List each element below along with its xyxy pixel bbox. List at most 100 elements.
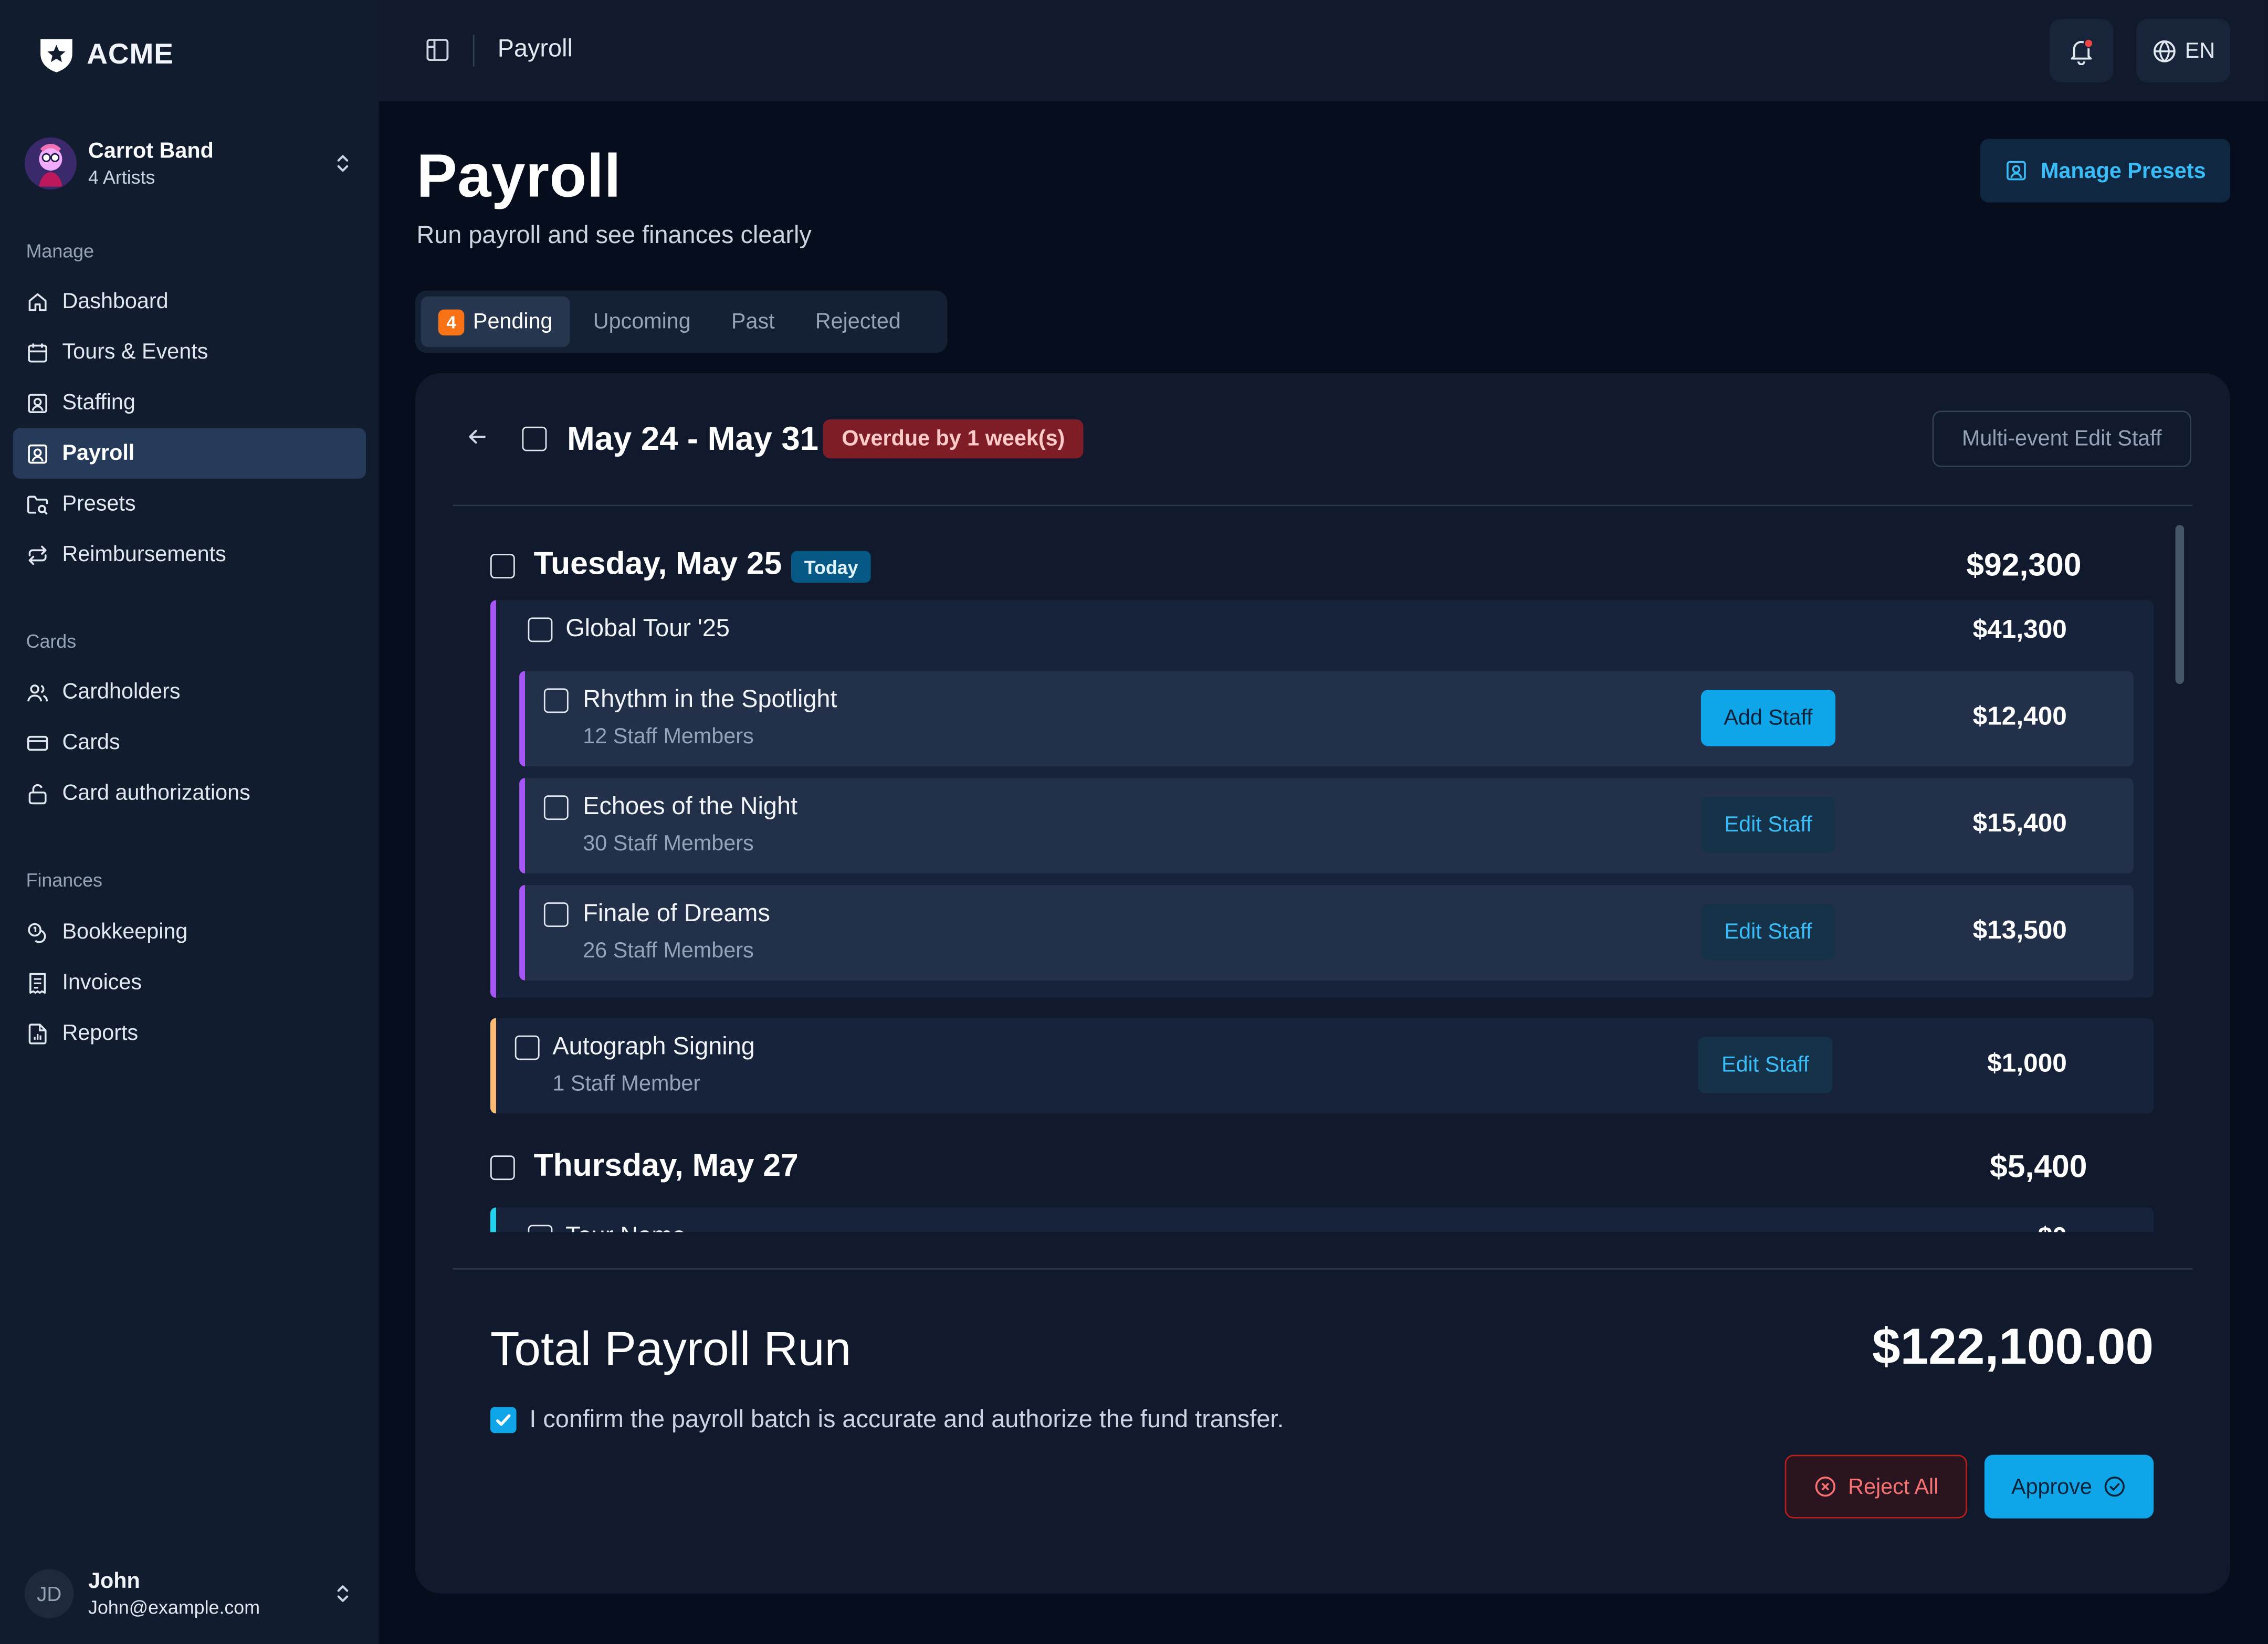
language-label: EN — [2185, 38, 2216, 63]
day-checkbox[interactable] — [490, 554, 515, 578]
edit-staff-button[interactable]: Edit Staff — [1700, 903, 1836, 961]
contact-icon — [28, 393, 47, 413]
confirm-checkbox[interactable] — [490, 1407, 517, 1434]
sidebar-item-invoices[interactable]: Invoices — [13, 957, 366, 1008]
tab-pending[interactable]: 4 Pending — [421, 296, 570, 347]
contact-icon — [28, 444, 47, 463]
sidebar-item-label: Cards — [62, 730, 120, 755]
notifications-button[interactable] — [2049, 18, 2114, 83]
day-title: Thursday, May 27 — [533, 1146, 799, 1183]
user-name: John — [88, 1568, 140, 1593]
day-checkbox[interactable] — [490, 1155, 515, 1181]
event-row: Rhythm in the Spotlight 12 Staff Members… — [519, 671, 2134, 767]
tour-name: Tour Name — [565, 1222, 686, 1232]
bell-icon — [2071, 38, 2094, 65]
period-checkbox[interactable] — [522, 426, 547, 451]
day-header: Tuesday, May 25 Today $92,300 — [490, 545, 2082, 589]
tour-group: Tour Name $0 — [490, 1207, 2154, 1232]
page-title: Payroll — [416, 141, 622, 210]
sidebar-item-label: Reports — [62, 1021, 139, 1046]
sidebar-item-card-authorizations[interactable]: Card authorizations — [13, 768, 366, 818]
section-label-cards: Cards — [26, 630, 77, 652]
receipt-icon — [29, 972, 46, 993]
edit-staff-button[interactable]: Edit Staff — [1700, 797, 1836, 853]
sidebar-item-staffing[interactable]: Staffing — [13, 377, 366, 428]
page-subtitle: Run payroll and see finances clearly — [416, 221, 812, 249]
sidebar-item-reimbursements[interactable]: Reimbursements — [13, 529, 366, 579]
approve-button[interactable]: Approve — [1984, 1455, 2154, 1519]
payroll-list: Tuesday, May 25 Today $92,300 Global Tou… — [453, 522, 2192, 1232]
payroll-card: May 24 - May 31 Overdue by 1 week(s) Mul… — [415, 373, 2231, 1594]
event-amount: $12,400 — [1972, 701, 2067, 731]
approve-label: Approve — [2011, 1474, 2092, 1499]
event-staff-count: 12 Staff Members — [583, 724, 754, 750]
manage-presets-label: Manage Presets — [2040, 158, 2206, 183]
sidebar-item-presets[interactable]: Presets — [13, 479, 366, 529]
today-badge: Today — [791, 551, 872, 583]
sidebar-item-reports[interactable]: Reports — [13, 1008, 366, 1058]
event-staff-count: 26 Staff Members — [583, 938, 754, 963]
sidebar-item-label: Staffing — [62, 390, 135, 415]
divider — [453, 1268, 2193, 1270]
language-button[interactable]: EN — [2136, 18, 2231, 83]
org-avatar — [24, 137, 77, 189]
tour-name: Global Tour '25 — [565, 614, 730, 642]
x-circle-icon — [1814, 1476, 1835, 1497]
tab-upcoming[interactable]: Upcoming — [576, 297, 708, 347]
sidebar-toggle-icon[interactable] — [425, 38, 450, 62]
sidebar-item-cards[interactable]: Cards — [13, 717, 366, 767]
sidebar: ACME Carrot Band 4 Artists Manage Dashbo… — [0, 0, 379, 1644]
user-menu[interactable]: JD John John@example.com — [24, 1567, 354, 1619]
scrollbar[interactable] — [2175, 525, 2185, 684]
contact-icon — [2006, 161, 2026, 181]
tour-checkbox[interactable] — [528, 1225, 553, 1232]
event-checkbox[interactable] — [543, 795, 569, 820]
event-checkbox[interactable] — [514, 1035, 540, 1060]
day-amount: $92,300 — [1966, 546, 2082, 583]
reject-all-button[interactable]: Reject All — [1784, 1455, 1967, 1519]
event-amount: $15,400 — [1972, 808, 2067, 838]
edit-staff-button[interactable]: Edit Staff — [1698, 1037, 1833, 1093]
calendar-icon — [28, 342, 47, 362]
sidebar-item-payroll[interactable]: Payroll — [13, 428, 366, 479]
brand[interactable]: ACME — [36, 35, 174, 75]
event-name: Rhythm in the Spotlight — [583, 685, 837, 713]
arrow-left-icon[interactable] — [466, 425, 489, 448]
divider — [472, 35, 475, 67]
org-subtitle: 4 Artists — [88, 165, 155, 187]
file-chart-icon — [28, 1023, 47, 1044]
event-checkbox[interactable] — [543, 688, 569, 713]
refresh-icon — [28, 545, 47, 564]
confirm-text: I confirm the payroll batch is accurate … — [529, 1405, 1284, 1434]
sidebar-item-label: Bookkeeping — [62, 920, 188, 945]
event-name: Autograph Signing — [552, 1032, 755, 1060]
tab-label: Past — [731, 309, 775, 334]
folder-search-icon — [27, 495, 48, 514]
sidebar-item-label: Invoices — [62, 970, 142, 995]
event-checkbox[interactable] — [543, 902, 569, 927]
org-name: Carrot Band — [88, 138, 214, 163]
add-staff-button[interactable]: Add Staff — [1700, 690, 1836, 746]
sidebar-item-tours-events[interactable]: Tours & Events — [13, 327, 366, 377]
sidebar-item-label: Card authorizations — [62, 781, 250, 806]
check-icon — [496, 1414, 511, 1426]
breadcrumb: Payroll — [497, 35, 573, 62]
tab-past[interactable]: Past — [714, 297, 792, 347]
sidebar-item-bookkeeping[interactable]: Bookkeeping — [13, 907, 366, 957]
chevrons-up-down-icon — [337, 155, 349, 172]
org-switcher[interactable]: Carrot Band 4 Artists — [24, 137, 354, 189]
period-range: May 24 - May 31 — [566, 419, 818, 457]
sidebar-item-dashboard[interactable]: Dashboard — [13, 276, 366, 326]
tour-checkbox[interactable] — [528, 617, 553, 642]
manage-presets-button[interactable]: Manage Presets — [1980, 139, 2231, 203]
tab-rejected[interactable]: Rejected — [798, 297, 918, 347]
sidebar-item-cardholders[interactable]: Cardholders — [13, 667, 366, 717]
users-icon — [27, 683, 48, 701]
multi-event-edit-staff-button[interactable]: Multi-event Edit Staff — [1932, 410, 2191, 467]
total-amount: $122,100.00 — [1872, 1319, 2154, 1376]
sidebar-item-label: Cardholders — [62, 679, 181, 704]
lock-open-icon — [28, 783, 47, 804]
tab-label: Pending — [472, 309, 553, 334]
overdue-badge: Overdue by 1 week(s) — [823, 419, 1084, 459]
main-content: Payroll Run payroll and see finances cle… — [379, 101, 2268, 1644]
